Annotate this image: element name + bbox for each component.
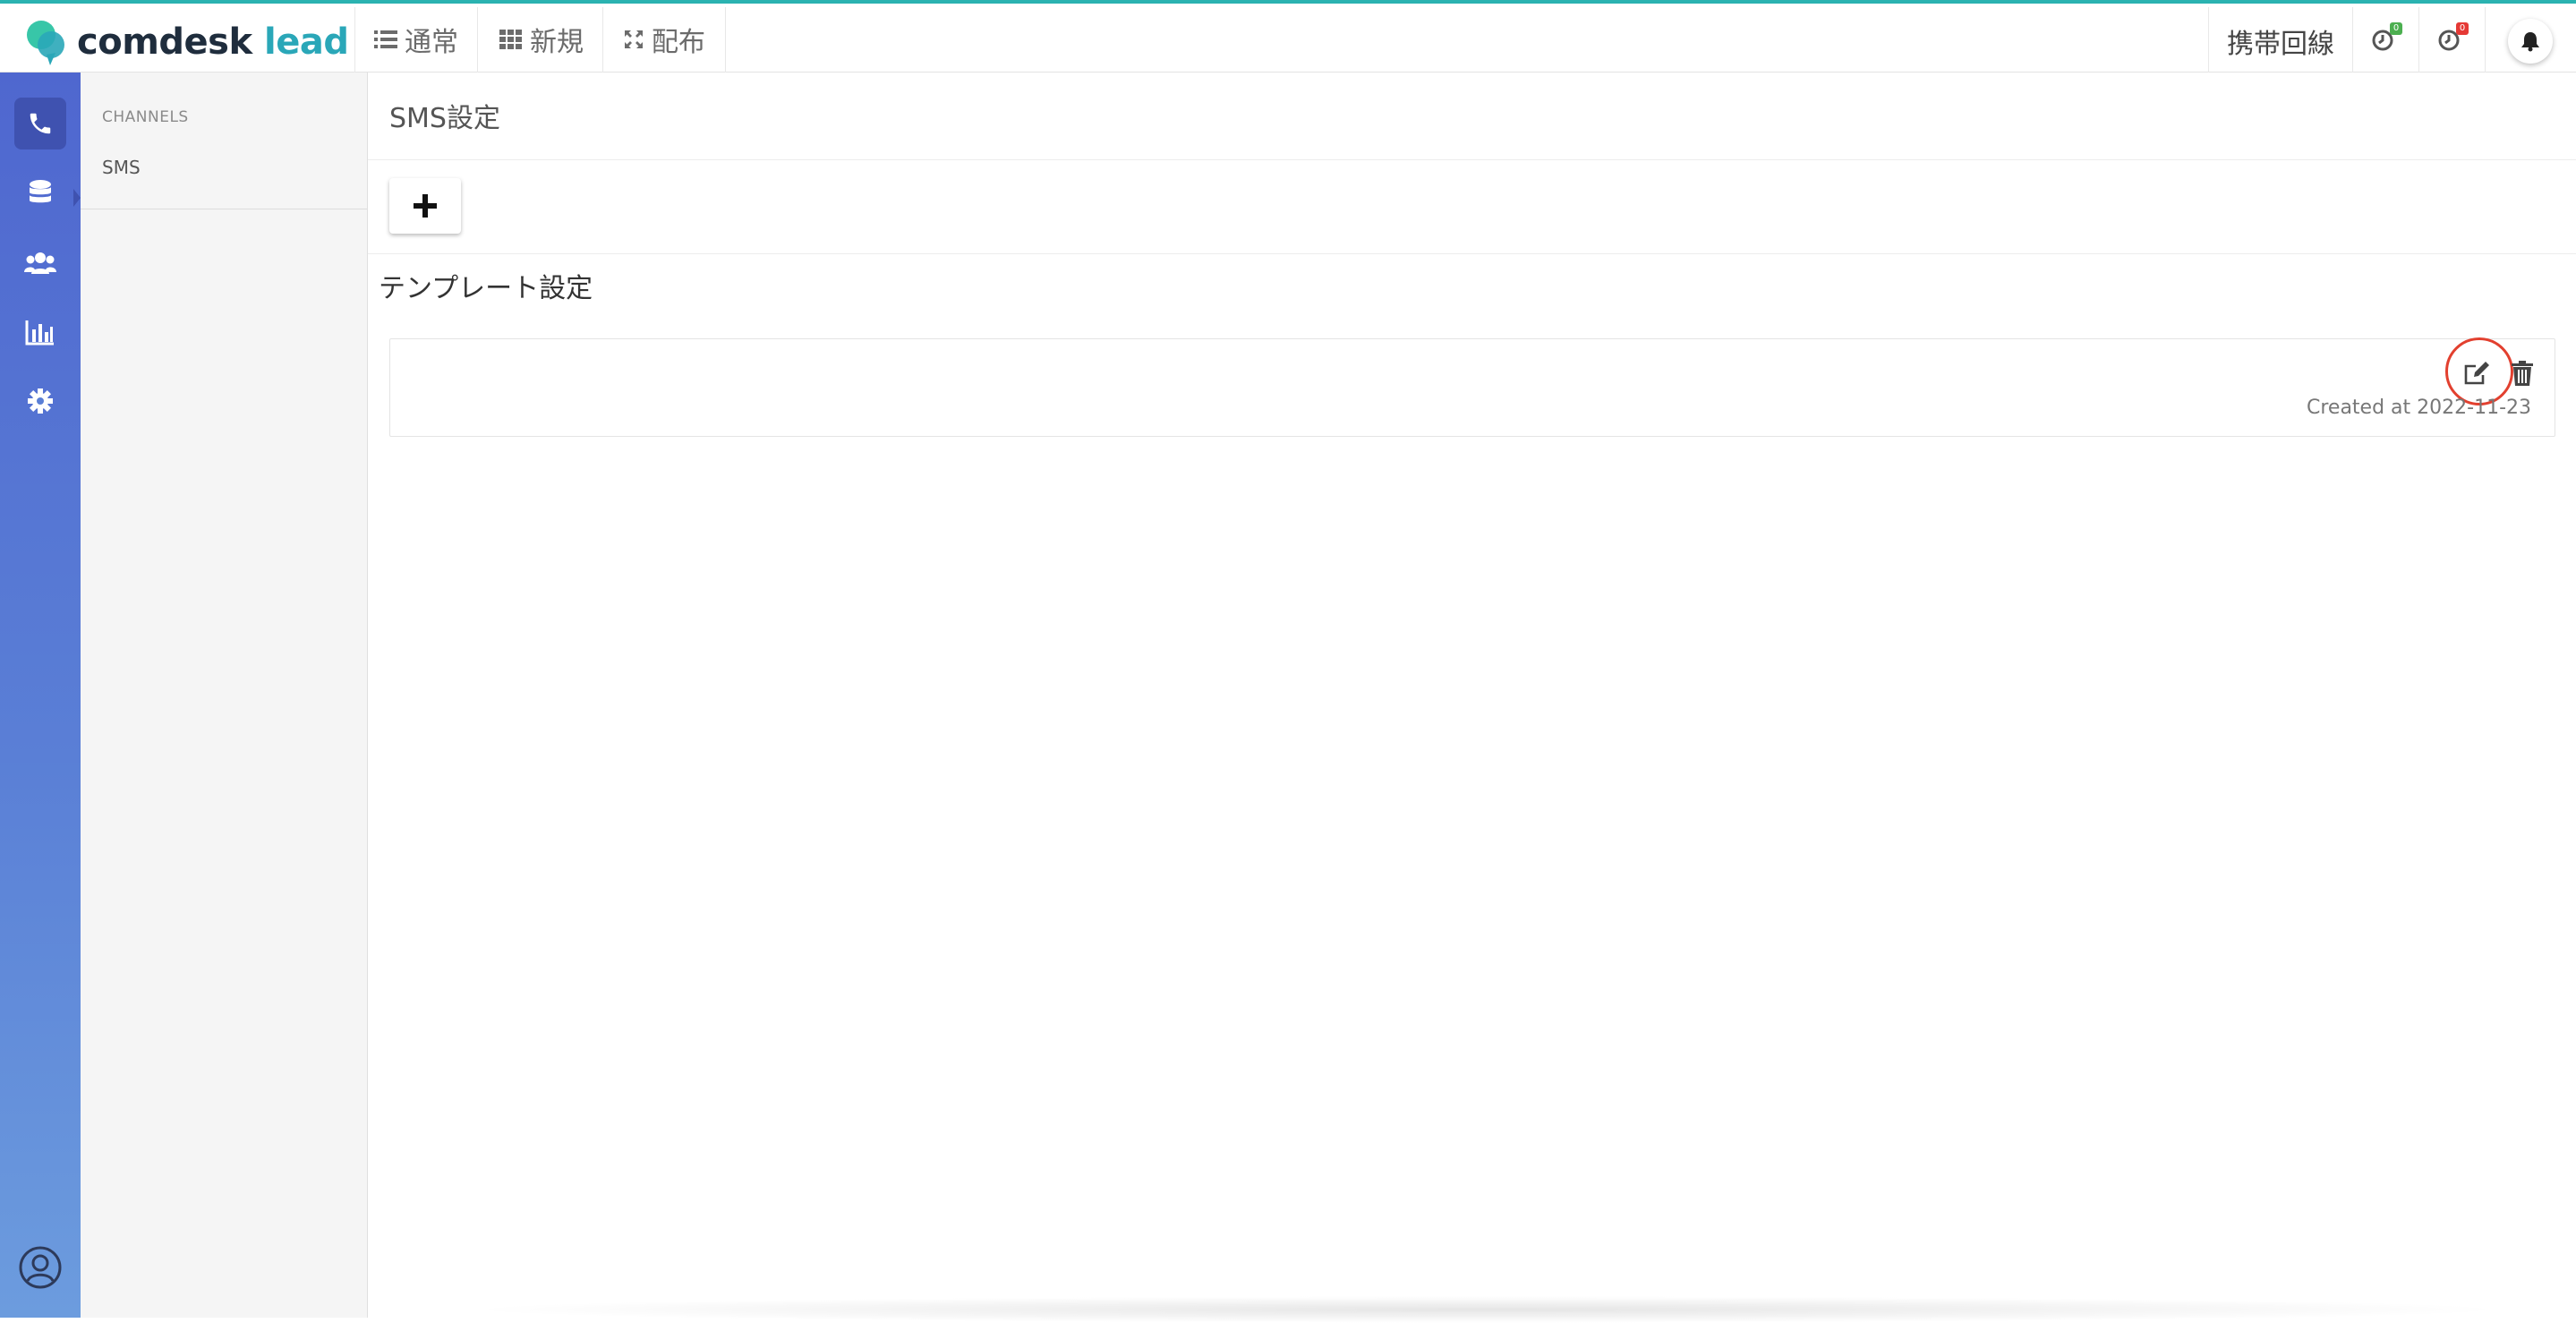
template-created-date: Created at 2022-11-23 (2306, 397, 2531, 419)
edit-icon (2464, 362, 2489, 385)
brand-logo[interactable]: comdesk lead (23, 16, 354, 68)
rail-account[interactable] (14, 1242, 66, 1293)
rail-database[interactable] (14, 167, 66, 219)
bar-chart-icon (25, 320, 54, 346)
content-divider (368, 253, 2576, 254)
plus-icon (414, 194, 437, 218)
rail-settings[interactable] (14, 375, 66, 427)
rail-users[interactable] (14, 237, 66, 289)
gear-icon (28, 388, 53, 414)
header-divider (477, 7, 478, 75)
expand-arrows-icon (625, 30, 643, 48)
line-label: 携帯回線 (2227, 29, 2334, 60)
timer-red-badge: 0 (2456, 22, 2469, 35)
rail-phone[interactable] (14, 98, 66, 149)
users-icon (24, 252, 56, 274)
grid-icon (499, 30, 522, 49)
list-icon (374, 30, 397, 48)
sidebar-item-sms[interactable]: SMS (102, 157, 141, 178)
timer-green-badge: 0 (2390, 22, 2402, 35)
brand-name-primary: comdesk (77, 21, 252, 63)
nav-tab-new[interactable]: 新規 (499, 7, 584, 72)
trash-icon (2512, 361, 2533, 386)
header-divider (725, 7, 726, 75)
left-rail (0, 73, 81, 1318)
top-header: comdesk lead 通常 新規 配布 携帯回線 0 0 (0, 4, 2576, 75)
edit-template-button[interactable] (2460, 355, 2495, 391)
nav-tab-new-label: 新規 (530, 27, 584, 58)
rail-active-caret (73, 189, 81, 207)
nav-tab-normal-label: 通常 (405, 27, 458, 58)
sidebar-section-title: CHANNELS (102, 108, 189, 126)
bottom-shadow (457, 1296, 2516, 1323)
add-template-button[interactable] (389, 178, 461, 234)
timer-red-button[interactable]: 0 (2418, 7, 2485, 75)
user-circle-icon (19, 1246, 62, 1289)
nav-tab-distribute-label: 配布 (652, 27, 705, 58)
header-divider (602, 7, 603, 75)
database-icon (30, 180, 51, 203)
line-selector[interactable]: 携帯回線 (2209, 7, 2352, 75)
nav-tab-distribute[interactable]: 配布 (623, 7, 705, 72)
timer-green-button[interactable]: 0 (2352, 7, 2418, 75)
nav-tab-normal[interactable]: 通常 (374, 7, 458, 72)
brand-name-accent: lead (263, 21, 349, 63)
header-divider (354, 7, 355, 75)
template-card: Created at 2022-11-23 (389, 337, 2555, 437)
content-divider (368, 159, 2576, 160)
template-section-title: テンプレート設定 (379, 273, 593, 304)
bell-icon (2508, 19, 2553, 64)
timer-icon: 0 (2436, 22, 2469, 56)
notifications-button[interactable] (2485, 7, 2576, 75)
logo-mark-icon (23, 17, 68, 67)
page-title: SMS設定 (389, 103, 500, 134)
brand-name: comdesk lead (77, 21, 349, 63)
main-content: SMS設定 テンプレート設定 Created at 2022-11-23 (368, 73, 2576, 1323)
phone-icon (30, 113, 51, 134)
rail-reports[interactable] (14, 306, 66, 358)
delete-template-button[interactable] (2506, 355, 2538, 391)
channels-sidebar: CHANNELS SMS (81, 73, 368, 1318)
timer-icon: 0 (2370, 22, 2402, 56)
